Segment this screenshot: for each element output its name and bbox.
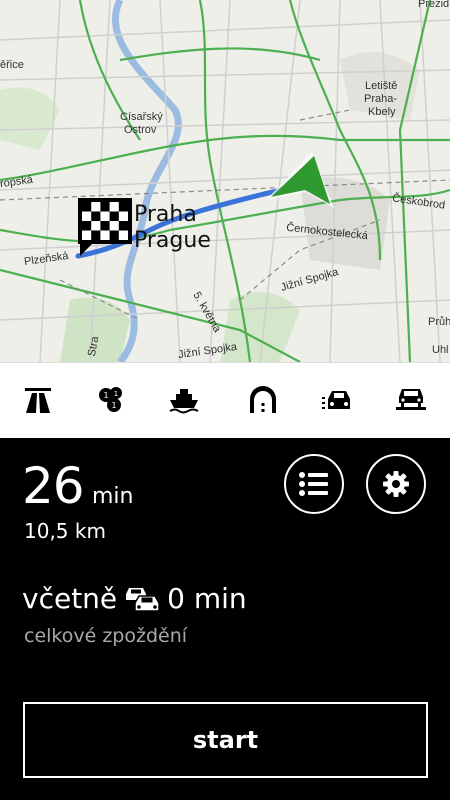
- motorway-icon[interactable]: [21, 383, 55, 417]
- svg-text:1: 1: [114, 390, 118, 398]
- destination-flag-icon: [78, 198, 132, 256]
- route-list-button[interactable]: [284, 454, 344, 514]
- settings-button[interactable]: [366, 454, 426, 514]
- city-name-cz: Praha: [134, 202, 197, 227]
- toll-icon[interactable]: 1 1 1: [94, 383, 128, 417]
- ferry-icon[interactable]: [167, 383, 201, 417]
- route-summary-panel: 26 min 10,5 km včetně 0 min celkové zpož…: [0, 438, 450, 800]
- delay-caption: celkové zpoždění: [24, 625, 188, 647]
- traffic-cars-icon: [126, 588, 160, 612]
- traffic-icon[interactable]: [320, 383, 354, 417]
- map-label: Prezid: [418, 0, 450, 10]
- traffic-delay-row: včetně 0 min: [22, 582, 247, 616]
- map-label: Letiště: [365, 80, 398, 92]
- svg-text:1: 1: [103, 391, 108, 400]
- start-button[interactable]: start: [23, 702, 428, 778]
- car-train-icon[interactable]: [394, 383, 428, 417]
- duration-unit: min: [92, 484, 134, 509]
- including-label: včetně: [22, 582, 118, 615]
- gear-icon: [383, 471, 409, 497]
- list-icon: [299, 472, 328, 496]
- distance-value: 10,5 km: [24, 519, 106, 543]
- map-label: Uhl: [432, 344, 449, 356]
- map-label: ěřice: [0, 59, 24, 71]
- current-position-arrow-icon: [266, 152, 334, 208]
- tunnel-icon[interactable]: [246, 383, 280, 417]
- map-view[interactable]: Prezid ěřice Císařský Ostrov Letiště Pra…: [0, 0, 450, 362]
- route-options-toolbar: 1 1 1: [0, 362, 450, 438]
- destination-city-label: Praha Prague: [134, 202, 211, 254]
- map-label: Císařský: [120, 111, 163, 123]
- map-label: Kbely: [368, 106, 396, 118]
- duration-value: 26: [22, 457, 85, 515]
- map-label: Průh: [428, 316, 450, 328]
- map-label: Praha-: [364, 93, 398, 105]
- city-name-en: Prague: [134, 228, 211, 253]
- svg-text:1: 1: [111, 401, 116, 410]
- delay-value: 0 min: [167, 582, 247, 615]
- map-label: Ostrov: [124, 124, 157, 136]
- map-canvas: [0, 0, 450, 362]
